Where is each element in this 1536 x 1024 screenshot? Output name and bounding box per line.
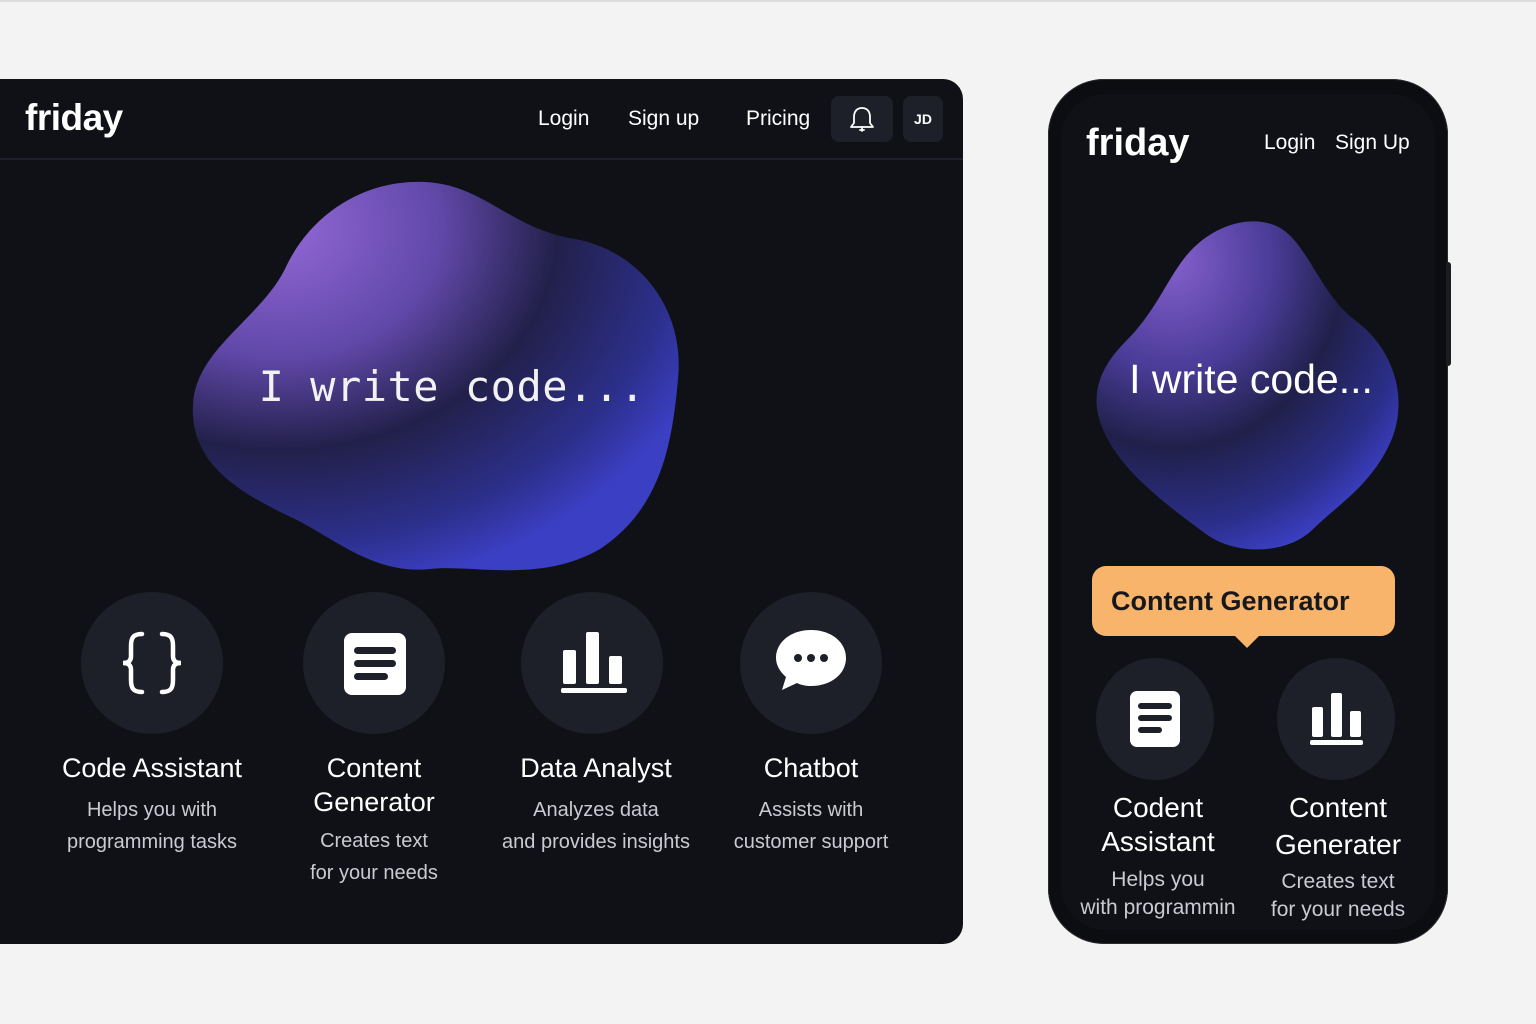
mobile-content-generater-icon-circle[interactable] <box>1277 658 1395 780</box>
card-title-line: Content <box>326 753 422 783</box>
avatar[interactable]: JD <box>903 96 943 142</box>
tooltip-arrow <box>1235 636 1259 648</box>
bar-chart-icon <box>561 632 627 693</box>
data-analyst-icon-circle[interactable] <box>521 592 663 734</box>
mobile-login-link[interactable]: Login <box>1264 131 1315 155</box>
card-desc-line: for your needs <box>1270 898 1406 921</box>
card-desc-line: Assists with <box>758 799 864 821</box>
card-desc-line: Helps you with <box>86 799 218 821</box>
bar-chart-icon <box>1310 693 1363 745</box>
card-desc-line: customer support <box>733 831 889 853</box>
tooltip-content-generator: Content Generator <box>1092 566 1395 636</box>
login-link[interactable]: Login <box>538 107 589 131</box>
data-analyst-card[interactable]: Data Analyst Analyzes data and provides … <box>476 751 716 858</box>
mobile-signup-link[interactable]: Sign Up <box>1335 131 1410 155</box>
content-generator-icon-circle[interactable] <box>303 592 445 734</box>
chat-bubble-icon <box>776 630 846 690</box>
card-desc-line: with programmin <box>1080 896 1236 919</box>
card-desc-line: Helps you <box>1111 868 1205 891</box>
card-title-line: Generater <box>1274 829 1402 860</box>
code-assistant-icon-circle[interactable] <box>81 592 223 734</box>
card-title: Chatbot <box>763 753 859 783</box>
mobile-codent-assistant-card[interactable]: Codent Assistant Helps you with programm… <box>1073 791 1243 922</box>
mobile-content-generater-card[interactable]: Content Generater Creates text for your … <box>1253 791 1423 924</box>
card-desc-line: and provides insights <box>502 831 690 853</box>
top-divider <box>0 0 1536 2</box>
card-title: Code Assistant <box>61 753 243 783</box>
card-title-line: Content <box>1288 792 1388 823</box>
chatbot-card[interactable]: Chatbot Assists with customer support <box>700 751 922 858</box>
code-braces-icon <box>122 631 182 695</box>
content-generator-card[interactable]: Content Generator Creates text for your … <box>264 751 484 889</box>
card-desc-line: Creates text <box>320 830 428 852</box>
desktop-navbar: friday Login Sign up Pricing JD <box>0 79 963 160</box>
card-desc-line: for your needs <box>310 862 438 884</box>
signup-link[interactable]: Sign up <box>628 107 699 131</box>
desktop-window: friday Login Sign up Pricing JD I write … <box>0 79 963 944</box>
card-desc-line: Analyzes data <box>533 799 659 821</box>
card-title-line: Codent <box>1112 792 1204 823</box>
hero-text: I write code... <box>258 362 646 411</box>
chatbot-icon-circle[interactable] <box>740 592 882 734</box>
card-title-line: Generator <box>313 787 435 817</box>
mobile-codent-icon-circle[interactable] <box>1096 658 1214 780</box>
phone-side-button <box>1446 262 1451 366</box>
document-icon <box>1130 691 1180 747</box>
pricing-link[interactable]: Pricing <box>746 107 810 131</box>
card-desc-line: Creates text <box>1281 870 1395 893</box>
mobile-logo[interactable]: friday <box>1086 122 1189 165</box>
notifications-button[interactable] <box>831 96 893 142</box>
card-title: Data Analyst <box>520 753 672 783</box>
phone-screen: friday Login Sign Up I write code... Con… <box>1061 94 1435 930</box>
card-desc-line: programming tasks <box>66 831 238 853</box>
mobile-hero-text: I write code... <box>1129 356 1373 402</box>
bell-icon <box>850 107 874 132</box>
code-assistant-card[interactable]: Code Assistant Helps you with programmin… <box>34 751 270 858</box>
card-title-line: Assistant <box>1101 826 1215 857</box>
logo[interactable]: friday <box>25 97 123 139</box>
document-icon <box>344 633 406 695</box>
